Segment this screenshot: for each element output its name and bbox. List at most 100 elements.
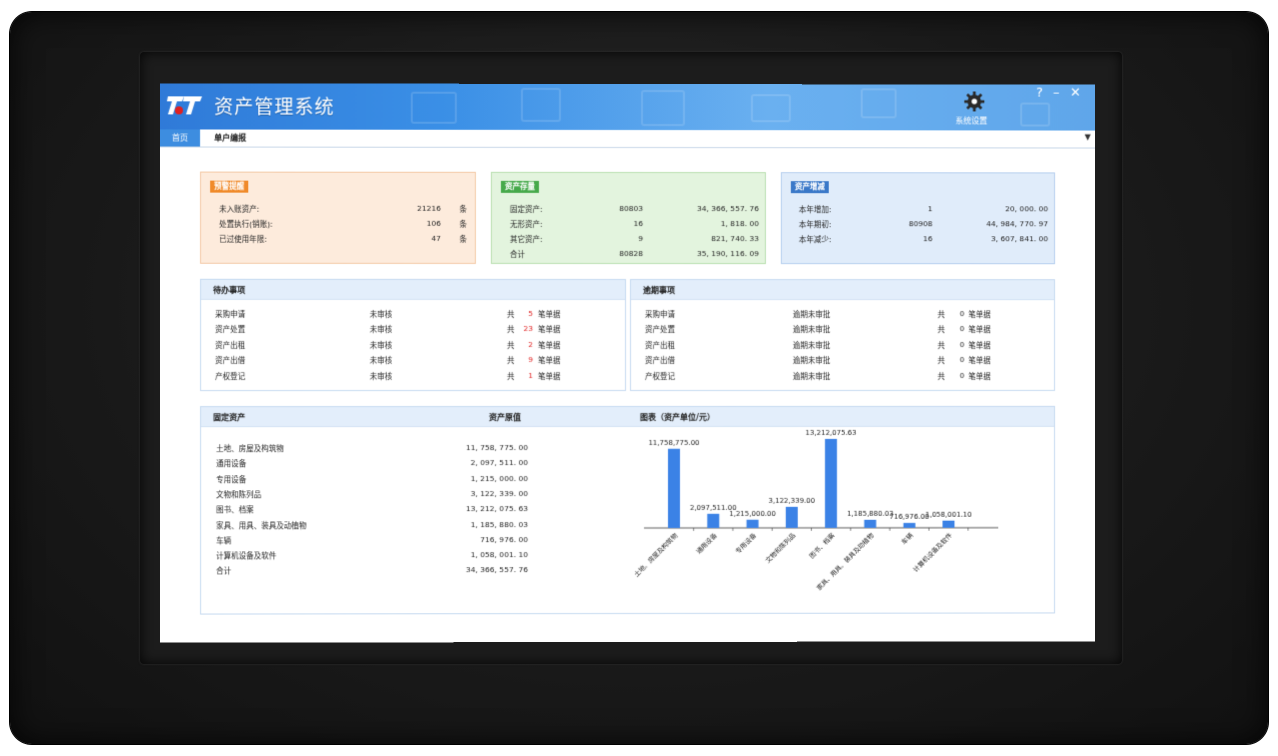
- tab-unit-report[interactable]: 单户编报: [200, 129, 260, 146]
- list-item-prefix: 共: [937, 340, 944, 351]
- list-item-status: 逾期未审批: [793, 309, 830, 320]
- app-window: 资产管理系统 系统设置 ? – ✕ 首页 单户编报 ▼ 预警提醒 未入账资产: …: [160, 83, 1095, 642]
- x-tick-label: 专用设备: [733, 531, 758, 556]
- list-item[interactable]: 资产处置 未审核 共 23 笔单据: [201, 324, 625, 337]
- list-item-status: 未审核: [370, 309, 393, 320]
- list-item[interactable]: 资产出租 逾期未审批 共 0 笔单据: [631, 340, 1054, 353]
- data-label: 11,758,775.00: [648, 439, 699, 447]
- close-button[interactable]: ✕: [1070, 87, 1081, 101]
- asset-value: 716, 976. 00: [480, 535, 528, 544]
- list-item-status: 逾期未审批: [793, 340, 830, 351]
- chart-title: 图表（资产单位/元）: [640, 412, 715, 423]
- list-item-suffix: 笔单据: [968, 340, 990, 351]
- asset-value: 1, 058, 001. 10: [471, 550, 528, 559]
- settings-label: 系统设置: [950, 115, 992, 126]
- fixed-assets-col-value: 资产原值: [489, 412, 521, 423]
- list-item-suffix: 笔单据: [968, 371, 990, 382]
- table-row[interactable]: 土地、房屋及构筑物 11, 758, 775. 00: [201, 443, 542, 456]
- list-item-name: 资产出借: [215, 355, 245, 366]
- asset-name: 土地、房屋及构筑物: [216, 443, 284, 454]
- list-item-prefix: 共: [937, 371, 944, 382]
- chart-bar[interactable]: [786, 507, 798, 528]
- list-item[interactable]: 资产处置 逾期未审批 共 0 笔单据: [631, 324, 1054, 337]
- change-label: 本年减少:: [799, 234, 831, 245]
- inventory-label: 无形资产:: [510, 219, 543, 230]
- chart-bar[interactable]: [864, 520, 876, 528]
- change-amount: 3, 607, 841. 00: [991, 234, 1048, 243]
- list-item-count: 0: [960, 309, 965, 318]
- overdue-title: 逾期事项: [643, 285, 675, 296]
- warning-count: 106: [426, 219, 440, 228]
- chevron-down-icon[interactable]: ▼: [1085, 133, 1091, 142]
- inventory-total-amount: 35, 190, 116. 09: [697, 249, 759, 258]
- inventory-count: 9: [638, 234, 643, 243]
- tab-home[interactable]: 首页: [160, 129, 200, 146]
- asset-name: 通用设备: [216, 458, 246, 469]
- list-item-prefix: 共: [937, 355, 944, 366]
- list-item-status: 逾期未审批: [793, 355, 830, 366]
- warning-panel: 预警提醒 未入账资产: 21216 条 处置执行(销账): 106 条 已过使用…: [200, 172, 476, 264]
- list-item[interactable]: 采购申请 未审核 共 5 笔单据: [201, 309, 625, 322]
- asset-value: 34, 366, 557. 76: [466, 565, 528, 574]
- list-item-suffix: 笔单据: [538, 355, 561, 366]
- chart-bar[interactable]: [707, 514, 719, 528]
- list-item-suffix: 笔单据: [968, 355, 990, 366]
- data-label: 3,122,339.00: [768, 497, 815, 505]
- list-item-status: 逾期未审批: [793, 371, 830, 382]
- tab-bar: 首页 单户编报 ▼: [160, 129, 1095, 148]
- list-item-name: 资产处置: [645, 324, 675, 335]
- table-row[interactable]: 计算机设备及软件 1, 058, 001. 10: [201, 550, 542, 563]
- inventory-amount: 1, 818. 00: [721, 219, 759, 228]
- list-item[interactable]: 产权登记 逾期未审批 共 0 笔单据: [631, 371, 1054, 384]
- inventory-total-label: 合计: [510, 249, 525, 260]
- list-item[interactable]: 采购申请 逾期未审批 共 0 笔单据: [631, 309, 1054, 322]
- list-item[interactable]: 产权登记 未审核 共 1 笔单据: [201, 371, 625, 384]
- list-item-count: 0: [960, 324, 965, 333]
- inventory-label: 其它资产:: [510, 234, 543, 245]
- list-item-status: 逾期未审批: [793, 324, 830, 335]
- minimize-button[interactable]: –: [1053, 87, 1059, 101]
- chart-bar[interactable]: [825, 439, 837, 528]
- list-item-name: 采购申请: [215, 309, 245, 320]
- list-item-prefix: 共: [507, 309, 515, 320]
- warning-label: 已过使用年限:: [219, 234, 267, 245]
- table-row[interactable]: 车辆 716, 976. 00: [201, 535, 542, 548]
- table-row[interactable]: 家具、用具、装具及动植物 1, 185, 880. 03: [201, 520, 542, 533]
- list-item-count: 0: [960, 355, 965, 364]
- chart-bar[interactable]: [668, 449, 680, 528]
- asset-name: 家具、用具、装具及动植物: [216, 520, 306, 531]
- list-item-count: 2: [528, 340, 533, 349]
- chart-bar[interactable]: [903, 523, 915, 528]
- help-icon[interactable]: ?: [1036, 87, 1043, 101]
- chart-bar[interactable]: [747, 520, 759, 528]
- asset-name: 合计: [216, 566, 231, 577]
- change-amount: 20, 000. 00: [1005, 204, 1048, 213]
- list-item[interactable]: 资产出借 未审核 共 9 笔单据: [201, 355, 625, 368]
- app-logo: [166, 93, 204, 117]
- list-item-count: 0: [960, 371, 965, 380]
- change-badge: 资产增减: [791, 181, 829, 193]
- list-item-count: 0: [960, 340, 965, 349]
- asset-name: 计算机设备及软件: [216, 550, 276, 561]
- list-item-name: 产权登记: [215, 371, 245, 382]
- list-item-name: 产权登记: [645, 371, 675, 382]
- inventory-amount: 34, 366, 557. 76: [697, 204, 759, 213]
- list-item-name: 资产处置: [215, 324, 245, 335]
- table-row[interactable]: 专用设备 1, 215, 000. 00: [201, 474, 542, 487]
- asset-value: 11, 758, 775. 00: [466, 443, 528, 452]
- settings-button[interactable]: 系统设置: [956, 90, 992, 128]
- chart-bar[interactable]: [943, 521, 955, 528]
- list-item-count: 23: [523, 324, 533, 333]
- table-row[interactable]: 文物和陈列品 3, 122, 339. 00: [201, 489, 542, 502]
- table-row[interactable]: 图书、档案 13, 212, 075. 63: [201, 504, 542, 517]
- data-label: 1,058,001.10: [925, 511, 972, 519]
- inventory-count: 80803: [619, 204, 643, 213]
- table-row[interactable]: 通用设备 2, 097, 511. 00: [201, 458, 542, 471]
- list-item[interactable]: 资产出借 逾期未审批 共 0 笔单据: [631, 355, 1054, 368]
- inventory-amount: 821, 740. 33: [711, 234, 759, 243]
- change-count: 16: [923, 234, 933, 243]
- list-item-status: 未审核: [370, 371, 393, 382]
- table-row[interactable]: 合计 34, 366, 557. 76: [201, 565, 542, 578]
- list-item[interactable]: 资产出租 未审核 共 2 笔单据: [201, 340, 625, 353]
- todo-panel: 待办事项 采购申请 未审核共 5 笔单据 资产处置 未审核共 23 笔单据 资产出租 未审核共 2 笔…: [200, 279, 626, 391]
